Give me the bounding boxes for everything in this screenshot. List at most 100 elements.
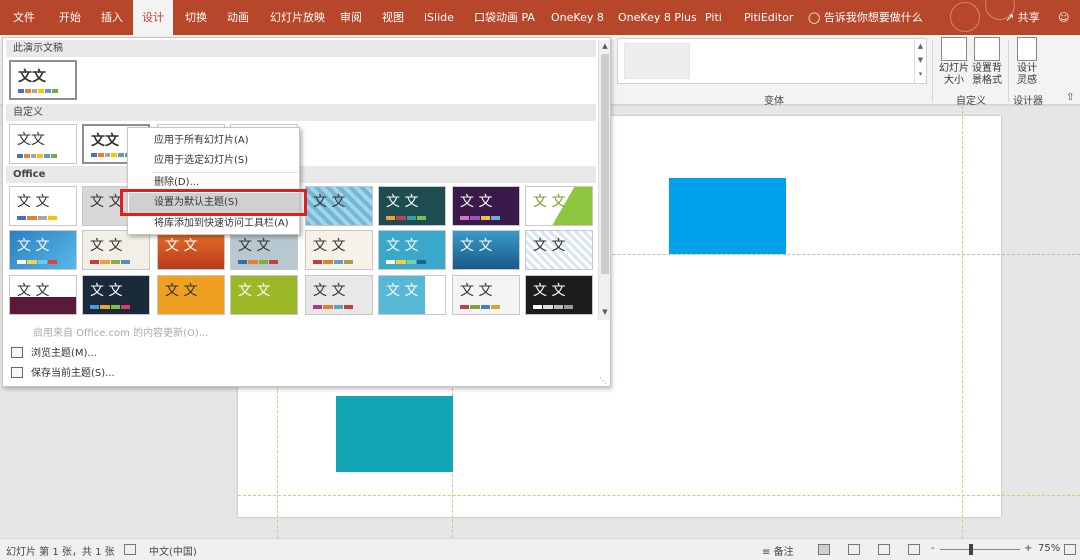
theme-context-menu: 应用于所有幻灯片(A) 应用于选定幻灯片(S) 删除(D)... 设置为默认主题… bbox=[127, 127, 300, 235]
color-swatch bbox=[386, 260, 426, 264]
format-background-button[interactable]: 设置背 景格式 bbox=[971, 37, 1003, 87]
smiley-icon[interactable]: ☺ bbox=[1058, 0, 1069, 35]
language-text[interactable]: 中文(中国) bbox=[149, 543, 197, 558]
tab-onekey8-plus[interactable]: OneKey 8 Plus bbox=[618, 0, 697, 35]
tab-transitions[interactable]: 切换 bbox=[185, 0, 215, 35]
ribbon-separator bbox=[1008, 40, 1009, 102]
theme-thumb-office[interactable]: 文 文 bbox=[305, 186, 373, 226]
highlight-annotation-box bbox=[120, 189, 307, 216]
theme-thumb-office[interactable]: 文 文 bbox=[525, 186, 593, 226]
theme-thumb-office[interactable]: 文 文 bbox=[305, 275, 373, 315]
tab-design[interactable]: 设计 bbox=[133, 0, 173, 35]
vertical-guide[interactable] bbox=[962, 106, 963, 538]
tab-islide[interactable]: iSlide bbox=[424, 0, 454, 35]
lightbulb-icon: ◯ bbox=[808, 11, 821, 24]
variants-gallery[interactable]: ▲ ▼ ▾ bbox=[617, 38, 927, 84]
zoom-in-button[interactable]: + bbox=[1024, 543, 1032, 554]
tab-slideshow[interactable]: 幻灯片放映 bbox=[270, 0, 330, 35]
design-ideas-button[interactable]: 设计 灵感 bbox=[1012, 37, 1042, 87]
theme-thumb-office[interactable]: 文 文 bbox=[525, 275, 593, 315]
theme-thumb-current[interactable]: 文文 bbox=[9, 60, 77, 100]
resize-grip-icon[interactable]: ⋱ bbox=[599, 376, 607, 385]
format-background-icon bbox=[974, 37, 1000, 61]
theme-thumb-office[interactable]: 文 文 bbox=[82, 275, 150, 315]
tab-home[interactable]: 开始 bbox=[59, 0, 89, 35]
section-custom: 自定义 bbox=[6, 104, 596, 121]
tell-me-box[interactable]: ◯ 告诉我你想要做什么 bbox=[808, 0, 923, 35]
tab-animations[interactable]: 动画 bbox=[227, 0, 257, 35]
theme-thumb-office[interactable]: 文 文 bbox=[230, 230, 298, 270]
zoom-slider[interactable] bbox=[940, 549, 1020, 550]
tab-review[interactable]: 审阅 bbox=[340, 0, 370, 35]
collapse-ribbon-icon[interactable]: ⇧ bbox=[1066, 92, 1074, 103]
tab-pocket-animation[interactable]: 口袋动画 PA bbox=[474, 0, 535, 35]
theme-thumb-office[interactable]: 文 文 bbox=[452, 230, 520, 270]
tab-onekey8[interactable]: OneKey 8 bbox=[551, 0, 604, 35]
gallery-scrollbar[interactable]: ▲ ▼ bbox=[598, 40, 610, 320]
browse-themes-item[interactable]: 浏览主题(M)... bbox=[11, 344, 97, 359]
apply-selected-slides-item[interactable]: 应用于选定幻灯片(S) bbox=[129, 151, 299, 171]
theme-thumb-office[interactable]: 文 文 bbox=[378, 186, 446, 226]
theme-thumb-office[interactable]: 文 文 bbox=[452, 186, 520, 226]
slide-size-label-2: 大小 bbox=[944, 75, 964, 86]
blue-rectangle-shape[interactable] bbox=[669, 178, 786, 254]
tab-insert[interactable]: 插入 bbox=[101, 0, 131, 35]
zoom-out-button[interactable]: - bbox=[931, 543, 935, 554]
teal-rectangle-shape[interactable] bbox=[336, 396, 453, 472]
color-swatch bbox=[386, 216, 426, 220]
variants-group-label: 变体 bbox=[764, 96, 784, 107]
theme-thumb-custom-1[interactable]: 文文 bbox=[9, 124, 77, 164]
browse-themes-label: 浏览主题(M)... bbox=[31, 348, 97, 359]
save-theme-item[interactable]: 保存当前主题(S)... bbox=[11, 364, 115, 379]
theme-thumb-office[interactable]: 文 文 bbox=[9, 275, 77, 315]
zoom-slider-thumb[interactable] bbox=[969, 544, 973, 555]
fit-to-window-icon[interactable] bbox=[1064, 544, 1076, 555]
notes-button[interactable]: ≡ 备注 bbox=[762, 543, 794, 558]
theme-thumb-office[interactable]: 文 文 bbox=[82, 230, 150, 270]
add-to-quick-access-item[interactable]: 将库添加到快速访问工具栏(A) bbox=[129, 214, 299, 234]
normal-view-icon[interactable] bbox=[818, 544, 830, 555]
status-bar: 幻灯片 第 1 张，共 1 张 中文(中国) ≡ 备注 - + 75% bbox=[0, 538, 1080, 560]
variants-scroll[interactable]: ▲ ▼ ▾ bbox=[914, 39, 926, 83]
scroll-thumb[interactable] bbox=[601, 54, 609, 274]
theme-thumb-office[interactable]: 文 文 bbox=[378, 275, 446, 315]
ribbon-tab-bar: 文件 开始 插入 设计 切换 动画 幻灯片放映 审阅 视图 iSlide 口袋动… bbox=[0, 0, 1080, 35]
share-button[interactable]: ↗ 共享 bbox=[1005, 0, 1040, 35]
slideshow-view-icon[interactable] bbox=[908, 544, 920, 555]
slide-size-button[interactable]: 幻灯片 大小 bbox=[938, 37, 970, 87]
tab-file[interactable]: 文件 bbox=[13, 0, 43, 35]
theme-thumb-office[interactable]: 文 文 bbox=[157, 230, 225, 270]
enable-office-content-item: 启用来自 Office.com 的内容更新(O)... bbox=[33, 328, 209, 339]
tab-view[interactable]: 视图 bbox=[382, 0, 412, 35]
theme-thumb-office[interactable]: 文 文 bbox=[9, 186, 77, 226]
scroll-up-icon[interactable]: ▲ bbox=[599, 40, 611, 52]
horizontal-guide[interactable] bbox=[238, 495, 1080, 496]
zoom-level[interactable]: 75% bbox=[1038, 543, 1060, 554]
theme-thumb-office[interactable]: 文 文 bbox=[9, 230, 77, 270]
scroll-down-icon[interactable]: ▼ bbox=[599, 306, 611, 318]
color-swatch bbox=[460, 305, 500, 309]
color-swatch bbox=[91, 153, 131, 157]
design-ideas-label-2: 灵感 bbox=[1017, 75, 1037, 86]
format-background-label-2: 景格式 bbox=[972, 75, 1002, 86]
color-swatch bbox=[90, 305, 130, 309]
design-ideas-label-1: 设计 bbox=[1017, 63, 1037, 74]
tab-piti-editor[interactable]: PitiEditor bbox=[744, 0, 794, 35]
theme-thumb-office[interactable]: 文 文 bbox=[452, 275, 520, 315]
slide-sorter-icon[interactable] bbox=[848, 544, 860, 555]
share-icon: ↗ bbox=[1005, 11, 1015, 24]
variant-thumbnail[interactable] bbox=[624, 43, 690, 79]
theme-thumb-office[interactable]: 文 文 bbox=[230, 275, 298, 315]
theme-thumb-office[interactable]: 文 文 bbox=[305, 230, 373, 270]
share-label: 共享 bbox=[1017, 11, 1040, 24]
reading-view-icon[interactable] bbox=[878, 544, 890, 555]
format-background-label-1: 设置背 bbox=[972, 63, 1002, 74]
theme-thumb-office[interactable]: 文 文 bbox=[378, 230, 446, 270]
theme-thumb-office[interactable]: 文 文 bbox=[157, 275, 225, 315]
apply-all-slides-item[interactable]: 应用于所有幻灯片(A) bbox=[129, 131, 299, 151]
save-theme-label: 保存当前主题(S)... bbox=[31, 368, 115, 379]
spellcheck-icon[interactable] bbox=[124, 544, 136, 555]
color-swatch bbox=[313, 305, 353, 309]
tab-piti[interactable]: Piti bbox=[705, 0, 730, 35]
theme-thumb-office[interactable]: 文 文 bbox=[525, 230, 593, 270]
